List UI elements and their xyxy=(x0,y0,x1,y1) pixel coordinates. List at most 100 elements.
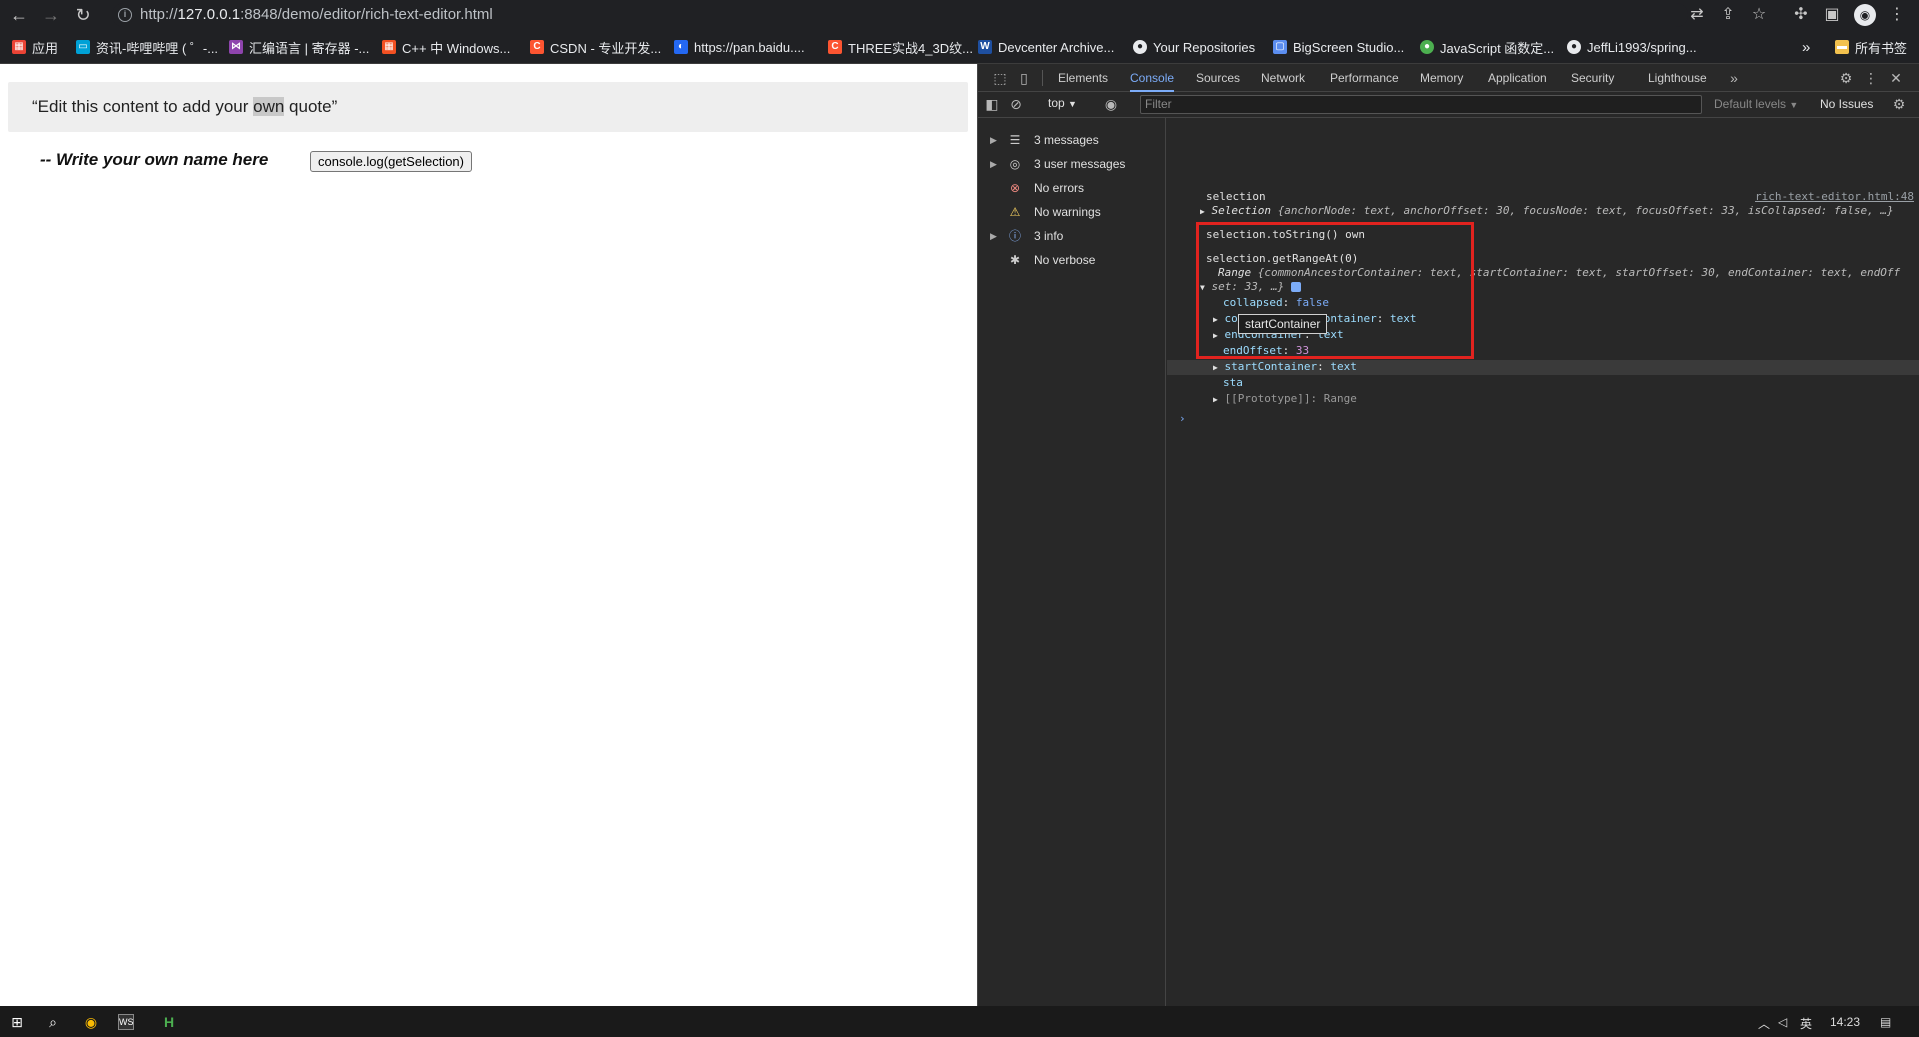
issues-counter[interactable]: No Issues xyxy=(1820,97,1873,111)
tab-performance[interactable]: Performance xyxy=(1330,64,1399,92)
log-object[interactable]: ▶ Selection {anchorNode: text, anchorOff… xyxy=(1167,204,1919,218)
bookmark-item[interactable]: ▭ 资讯-哔哩哔哩 ( ゜-... xyxy=(76,38,218,56)
bookmark-item[interactable]: C THREE实战4_3D纹... xyxy=(828,38,973,56)
inspect-icon[interactable]: ⬚ xyxy=(991,69,1009,87)
bookmark-label: CSDN - 专业开发... xyxy=(550,40,662,56)
bookmark-item[interactable]: ● Your Repositories xyxy=(1133,38,1255,56)
more-tabs-icon[interactable]: » xyxy=(1725,69,1743,87)
property-row[interactable]: ▶ [[Prototype]]: Range xyxy=(1167,392,1919,406)
hbuilder-icon[interactable]: H xyxy=(158,1011,180,1033)
sidebar-item-messages[interactable]: ▶ ☰ 3 messages xyxy=(978,130,1166,150)
log-levels-label: Default levels xyxy=(1714,97,1787,111)
author-name[interactable]: -- Write your own name here xyxy=(40,150,268,170)
bookmark-item[interactable]: ▦ C++ 中 Windows... xyxy=(382,38,510,56)
device-toolbar-icon[interactable]: ▯ xyxy=(1015,69,1033,87)
bookmark-label: JavaScript 函数定... xyxy=(1440,40,1555,56)
extensions-icon[interactable]: ✣ xyxy=(1790,4,1812,26)
search-icon[interactable]: ⌕ xyxy=(42,1011,64,1033)
github-icon: ● xyxy=(1567,40,1581,54)
prop-key: [[Prototype]]: Range xyxy=(1224,392,1357,405)
sidebar-item-warnings[interactable]: ⚠ No warnings xyxy=(978,202,1166,222)
sidebar-item-label: No errors xyxy=(1034,181,1085,195)
info-icon[interactable]: i xyxy=(118,8,132,22)
filter-input[interactable]: Filter xyxy=(1140,95,1702,114)
property-row: sta xyxy=(1167,376,1919,390)
address-bar[interactable]: i http://127.0.0.1:8848/demo/editor/rich… xyxy=(112,3,1688,27)
tab-elements[interactable]: Elements xyxy=(1058,64,1108,92)
tab-memory[interactable]: Memory xyxy=(1420,64,1463,92)
list-icon: ☰ xyxy=(1009,133,1021,147)
log-selection-button[interactable]: console.log(getSelection) xyxy=(310,151,472,172)
devtools-tabbar: ⬚ ▯ Elements Console Sources Network Per… xyxy=(978,64,1919,92)
tab-sources[interactable]: Sources xyxy=(1196,64,1240,92)
microsoft-icon: ▦ xyxy=(382,40,396,54)
star-icon[interactable]: ☆ xyxy=(1748,4,1770,26)
volume-icon[interactable]: ◁ xyxy=(1778,1015,1787,1029)
eye-icon[interactable]: ◉ xyxy=(1102,95,1120,113)
bookmark-label: 资讯-哔哩哔哩 ( ゜-... xyxy=(96,40,219,56)
webstorm-icon[interactable]: WS xyxy=(118,1014,134,1030)
bigscreen-icon: ▢ xyxy=(1273,40,1287,54)
settings-gear-icon[interactable]: ⚙ xyxy=(1837,69,1855,87)
ime-indicator[interactable]: 英 xyxy=(1800,1015,1812,1032)
more-bookmarks-icon[interactable]: » xyxy=(1802,38,1810,56)
clear-console-icon[interactable]: ⊘ xyxy=(1007,95,1025,113)
object-type: Selection xyxy=(1211,204,1272,217)
tab-console[interactable]: Console xyxy=(1130,64,1175,92)
avatar-icon[interactable]: ◉ xyxy=(1854,4,1876,26)
tab-network[interactable]: Network xyxy=(1261,64,1305,92)
back-icon[interactable]: ← xyxy=(8,4,30,26)
bookmark-item[interactable]: ▦ 应用 xyxy=(12,38,58,56)
sidebar-item-errors[interactable]: ⊗ No errors xyxy=(978,178,1166,198)
property-row-hovered[interactable]: ▶ startContainer: text xyxy=(1167,360,1919,375)
folder-icon: ▬ xyxy=(1835,40,1849,54)
expand-arrow-icon: ▶ xyxy=(1213,395,1218,404)
annotation-highlight-box xyxy=(1196,222,1474,359)
bookmark-item[interactable]: W Devcenter Archive... xyxy=(978,38,1114,56)
log-line: selection rich-text-editor.html:48 xyxy=(1167,190,1919,204)
tab-lighthouse[interactable]: Lighthouse xyxy=(1648,64,1707,92)
log-levels-dropdown[interactable]: Default levels ▼ xyxy=(1714,97,1798,111)
forward-icon[interactable]: → xyxy=(40,4,62,26)
expand-arrow-icon: ▶ xyxy=(990,135,997,145)
sidebar-toggle-icon[interactable]: ◧ xyxy=(983,95,1001,113)
windows-start-icon[interactable]: ⊞ xyxy=(6,1011,28,1033)
info-icon: ⓘ xyxy=(1008,229,1021,243)
devtools-panel: ⬚ ▯ Elements Console Sources Network Per… xyxy=(977,64,1919,1006)
sidebar-item-user-messages[interactable]: ▶ ◎ 3 user messages xyxy=(978,154,1166,174)
sidepanel-icon[interactable]: ▣ xyxy=(1821,4,1843,26)
bookmark-label: C++ 中 Windows... xyxy=(402,40,511,56)
close-icon[interactable]: ✕ xyxy=(1887,69,1905,87)
share-icon[interactable]: ⇪ xyxy=(1717,4,1739,26)
reload-icon[interactable]: ↻ xyxy=(72,4,94,26)
chrome-icon[interactable]: ◉ xyxy=(80,1011,102,1033)
csdn-icon: C xyxy=(828,40,842,54)
chevron-down-icon: ▼ xyxy=(1068,99,1077,109)
tray-chevron-icon[interactable]: ︿ xyxy=(1758,1015,1770,1032)
js-icon: ● xyxy=(1420,40,1434,54)
menu-icon[interactable]: ⋮ xyxy=(1886,4,1908,26)
bookmark-item[interactable]: C CSDN - 专业开发... xyxy=(530,38,661,56)
console-prompt-icon[interactable]: › xyxy=(1167,412,1919,426)
bookmark-item[interactable]: ● JeffLi1993/spring... xyxy=(1567,38,1697,56)
bookmarks-folder[interactable]: ▬ 所有书签 xyxy=(1835,38,1907,56)
bookmark-item[interactable]: ◐ https://pan.baidu.... xyxy=(674,38,805,56)
csdn-icon: C xyxy=(530,40,544,54)
bookmark-item[interactable]: ● JavaScript 函数定... xyxy=(1420,38,1554,56)
source-link[interactable]: rich-text-editor.html:48 xyxy=(1755,190,1914,204)
tab-application[interactable]: Application xyxy=(1488,64,1547,92)
bookmark-item[interactable]: ⋈ 汇编语言 | 寄存器 -... xyxy=(229,38,369,56)
sidebar-item-verbose[interactable]: ✱ No verbose xyxy=(978,250,1166,270)
tab-security[interactable]: Security xyxy=(1571,64,1614,92)
translate-icon[interactable]: ⇄ xyxy=(1686,4,1708,26)
url-host: 127.0.0.1 xyxy=(177,6,241,23)
console-settings-icon[interactable]: ⚙ xyxy=(1890,95,1908,113)
notification-icon[interactable]: ▤ xyxy=(1880,1015,1891,1029)
editable-quote[interactable]: “Edit this content to add your own quote… xyxy=(8,82,968,132)
clock[interactable]: 14:23 xyxy=(1830,1015,1860,1029)
sidebar-item-info[interactable]: ▶ ⓘ 3 info xyxy=(978,226,1166,246)
context-selector[interactable]: top ▼ xyxy=(1048,96,1077,110)
kebab-menu-icon[interactable]: ⋮ xyxy=(1862,69,1880,87)
w-icon: W xyxy=(978,40,992,54)
bookmark-item[interactable]: ▢ BigScreen Studio... xyxy=(1273,38,1404,56)
